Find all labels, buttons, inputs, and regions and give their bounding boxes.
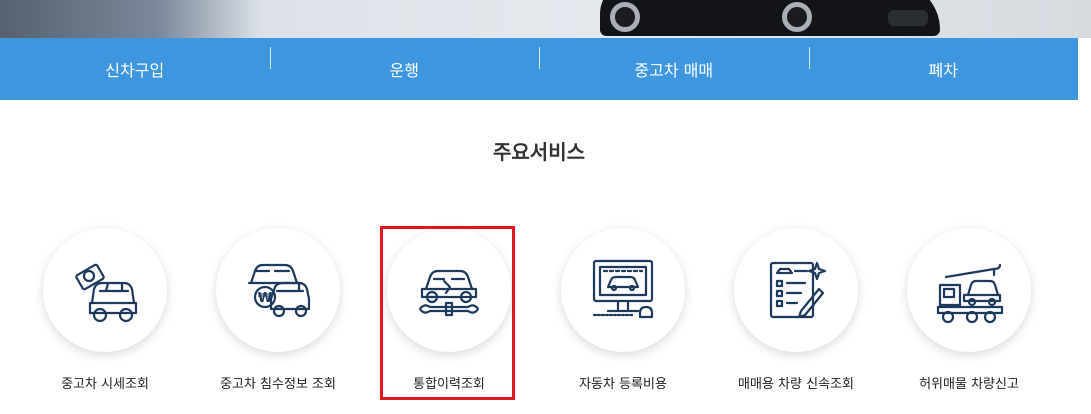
- hero-car-wheel-front: [610, 2, 640, 32]
- nav-item-driving[interactable]: 운행: [269, 47, 540, 81]
- service-item-integrated-history[interactable]: 통합이력조회: [363, 228, 535, 392]
- flooded-car-info-icon: ₩: [247, 263, 311, 318]
- service-circle[interactable]: [387, 228, 511, 352]
- section-title: 주요서비스: [493, 140, 585, 164]
- hero-car-wheel-rear: [782, 2, 812, 32]
- services-list: 중고차 시세조회 ₩ 중고차 침수정보 조회 통합이력조회 자동차 등록비용 매…: [0, 228, 1091, 408]
- service-item-false-listing-report[interactable]: 허위매물 차량신고: [883, 228, 1055, 392]
- service-item-used-car-price[interactable]: 중고차 시세조회: [19, 228, 191, 392]
- tow-truck-report-icon: [936, 263, 1004, 324]
- nav-item-used-car[interactable]: 중고차 매매: [539, 47, 809, 81]
- checklist-document-icon: [769, 261, 827, 319]
- service-label: 허위매물 차량신고: [919, 377, 1019, 392]
- service-item-quick-trade-check[interactable]: 매매용 차량 신속조회: [710, 228, 882, 392]
- hero-car-grille: [888, 10, 928, 26]
- service-circle[interactable]: [43, 228, 167, 352]
- service-label: 중고차 침수정보 조회: [220, 377, 336, 392]
- hero-shade: [0, 0, 260, 38]
- registration-cost-monitor-icon: [592, 259, 654, 319]
- service-label: 통합이력조회: [413, 377, 485, 392]
- service-label: 매매용 차량 신속조회: [738, 377, 854, 392]
- car-repair-history-icon: [418, 269, 480, 317]
- service-label: 중고차 시세조회: [61, 377, 149, 392]
- service-circle[interactable]: ₩: [216, 228, 340, 352]
- main-nav: 신차구입 운행 중고차 매매 폐차: [0, 38, 1078, 100]
- service-label: 자동차 등록비용: [579, 377, 667, 392]
- nav-item-new-car[interactable]: 신차구입: [0, 57, 270, 81]
- service-circle[interactable]: [561, 228, 685, 352]
- service-item-registration-cost[interactable]: 자동차 등록비용: [537, 228, 709, 392]
- car-price-icon: [75, 263, 138, 323]
- service-item-flooded-car-info[interactable]: ₩ 중고차 침수정보 조회: [192, 228, 364, 392]
- svg-text:₩: ₩: [258, 291, 273, 306]
- service-circle[interactable]: [734, 228, 858, 352]
- hero-banner: [0, 0, 1091, 38]
- nav-item-scrap[interactable]: 폐차: [808, 47, 1079, 81]
- service-circle[interactable]: [907, 228, 1031, 352]
